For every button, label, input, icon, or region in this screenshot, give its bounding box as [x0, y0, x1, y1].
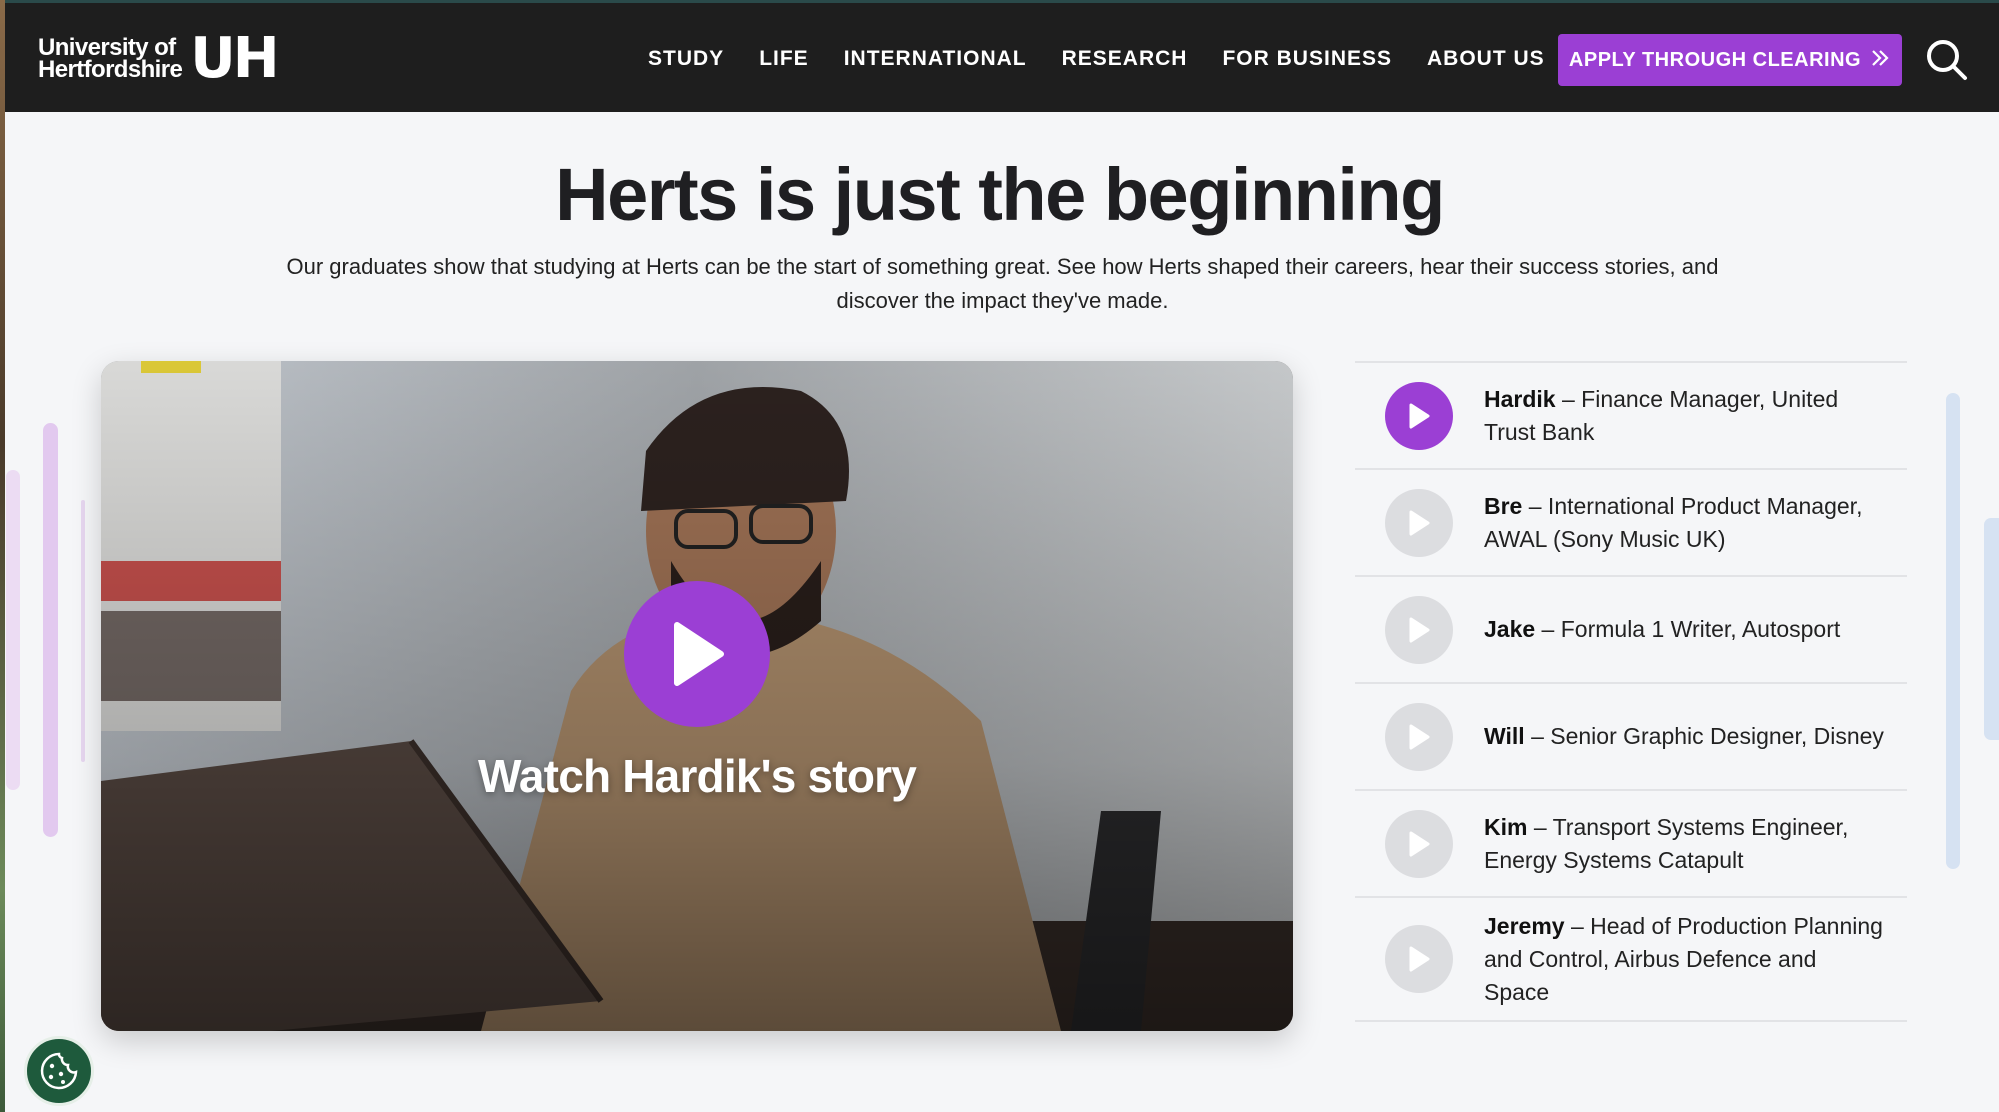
story-item-bre[interactable]: Bre – International Product Manager, AWA… [1355, 470, 1907, 577]
nav-research[interactable]: RESEARCH [1062, 47, 1188, 71]
story-name: Hardik [1484, 385, 1556, 412]
play-icon [1409, 946, 1430, 972]
story-role: – Transport Systems Engineer, Energy Sys… [1484, 813, 1849, 873]
play-button[interactable] [1385, 809, 1453, 878]
story-label: Jeremy – Head of Production Planning and… [1484, 910, 1884, 1009]
story-item-hardik[interactable]: Hardik – Finance Manager, United Trust B… [1355, 363, 1907, 470]
university-logo[interactable]: University of Hertfordshire UH [38, 26, 280, 91]
story-name: Jake [1484, 616, 1536, 642]
story-item-will[interactable]: Will – Senior Graphic Designer, Disney [1355, 684, 1907, 791]
play-icon [1409, 510, 1430, 535]
page-title: Herts is just the beginning [555, 153, 1445, 236]
story-role: – International Product Manager, AWAL (S… [1484, 492, 1863, 552]
nav-study[interactable]: STUDY [648, 47, 724, 71]
site-header: University of Hertfordshire UH STUDY LIF… [5, 0, 1999, 112]
search-button[interactable] [1924, 37, 1970, 83]
play-icon [674, 622, 724, 686]
logo-wordmark: University of Hertfordshire [38, 36, 183, 83]
cookie-icon [40, 1052, 78, 1090]
nav-for-business[interactable]: FOR BUSINESS [1222, 47, 1392, 71]
nav-about-us[interactable]: ABOUT US [1427, 47, 1545, 71]
play-button[interactable] [1385, 595, 1453, 664]
story-label: Will – Senior Graphic Designer, Disney [1484, 720, 1884, 753]
story-label: Bre – International Product Manager, AWA… [1484, 490, 1884, 556]
search-icon [1927, 40, 1967, 80]
story-list: Hardik – Finance Manager, United Trust B… [1355, 361, 1907, 1022]
cookie-settings-button[interactable] [24, 1036, 94, 1106]
logo-mark: UH [190, 26, 279, 91]
decorative-bar [6, 470, 20, 790]
story-item-jeremy[interactable]: Jeremy – Head of Production Planning and… [1355, 898, 1907, 1022]
play-button[interactable] [1385, 702, 1453, 771]
nav-life[interactable]: LIFE [759, 47, 809, 71]
decorative-bar [43, 423, 58, 837]
story-label: Jake – Formula 1 Writer, Autosport [1484, 613, 1884, 646]
main-nav: STUDY LIFE INTERNATIONAL RESEARCH FOR BU… [648, 47, 1580, 71]
decorative-bar [81, 500, 85, 762]
page-scrollbar[interactable] [1984, 518, 1999, 740]
story-name: Bre [1484, 492, 1523, 519]
page-subtitle: Our graduates show that studying at Hert… [286, 254, 1719, 313]
story-role: – Formula 1 Writer, Autosport [1535, 616, 1841, 642]
play-icon [1409, 617, 1430, 642]
play-button[interactable] [1385, 381, 1453, 450]
video-caption: Watch Hardik's story [477, 750, 917, 802]
story-item-kim[interactable]: Kim – Transport Systems Engineer, Energy… [1355, 791, 1907, 898]
story-name: Jeremy [1484, 912, 1565, 939]
logo-line-2: Hertfordshire [38, 56, 183, 83]
story-name: Will [1484, 723, 1525, 749]
story-label: Kim – Transport Systems Engineer, Energy… [1484, 811, 1884, 877]
play-icon [1409, 403, 1430, 428]
video-player[interactable]: Watch Hardik's story [101, 361, 1293, 1031]
play-button[interactable] [1385, 925, 1453, 993]
story-name: Kim [1484, 813, 1528, 840]
play-button[interactable] [1385, 488, 1453, 557]
play-icon [1409, 831, 1430, 856]
cta-label: APPLY THROUGH CLEARING [1568, 48, 1862, 71]
story-item-jake[interactable]: Jake – Formula 1 Writer, Autosport [1355, 577, 1907, 684]
story-list-scrollbar[interactable] [1946, 393, 1960, 869]
play-video-button[interactable] [624, 581, 770, 727]
story-label: Hardik – Finance Manager, United Trust B… [1484, 383, 1884, 449]
nav-international[interactable]: INTERNATIONAL [844, 47, 1027, 71]
double-chevron-right-icon [1869, 47, 1891, 74]
apply-through-clearing-button[interactable]: APPLY THROUGH CLEARING [1558, 34, 1902, 86]
story-role: – Senior Graphic Designer, Disney [1524, 723, 1884, 749]
play-icon [1409, 724, 1430, 749]
